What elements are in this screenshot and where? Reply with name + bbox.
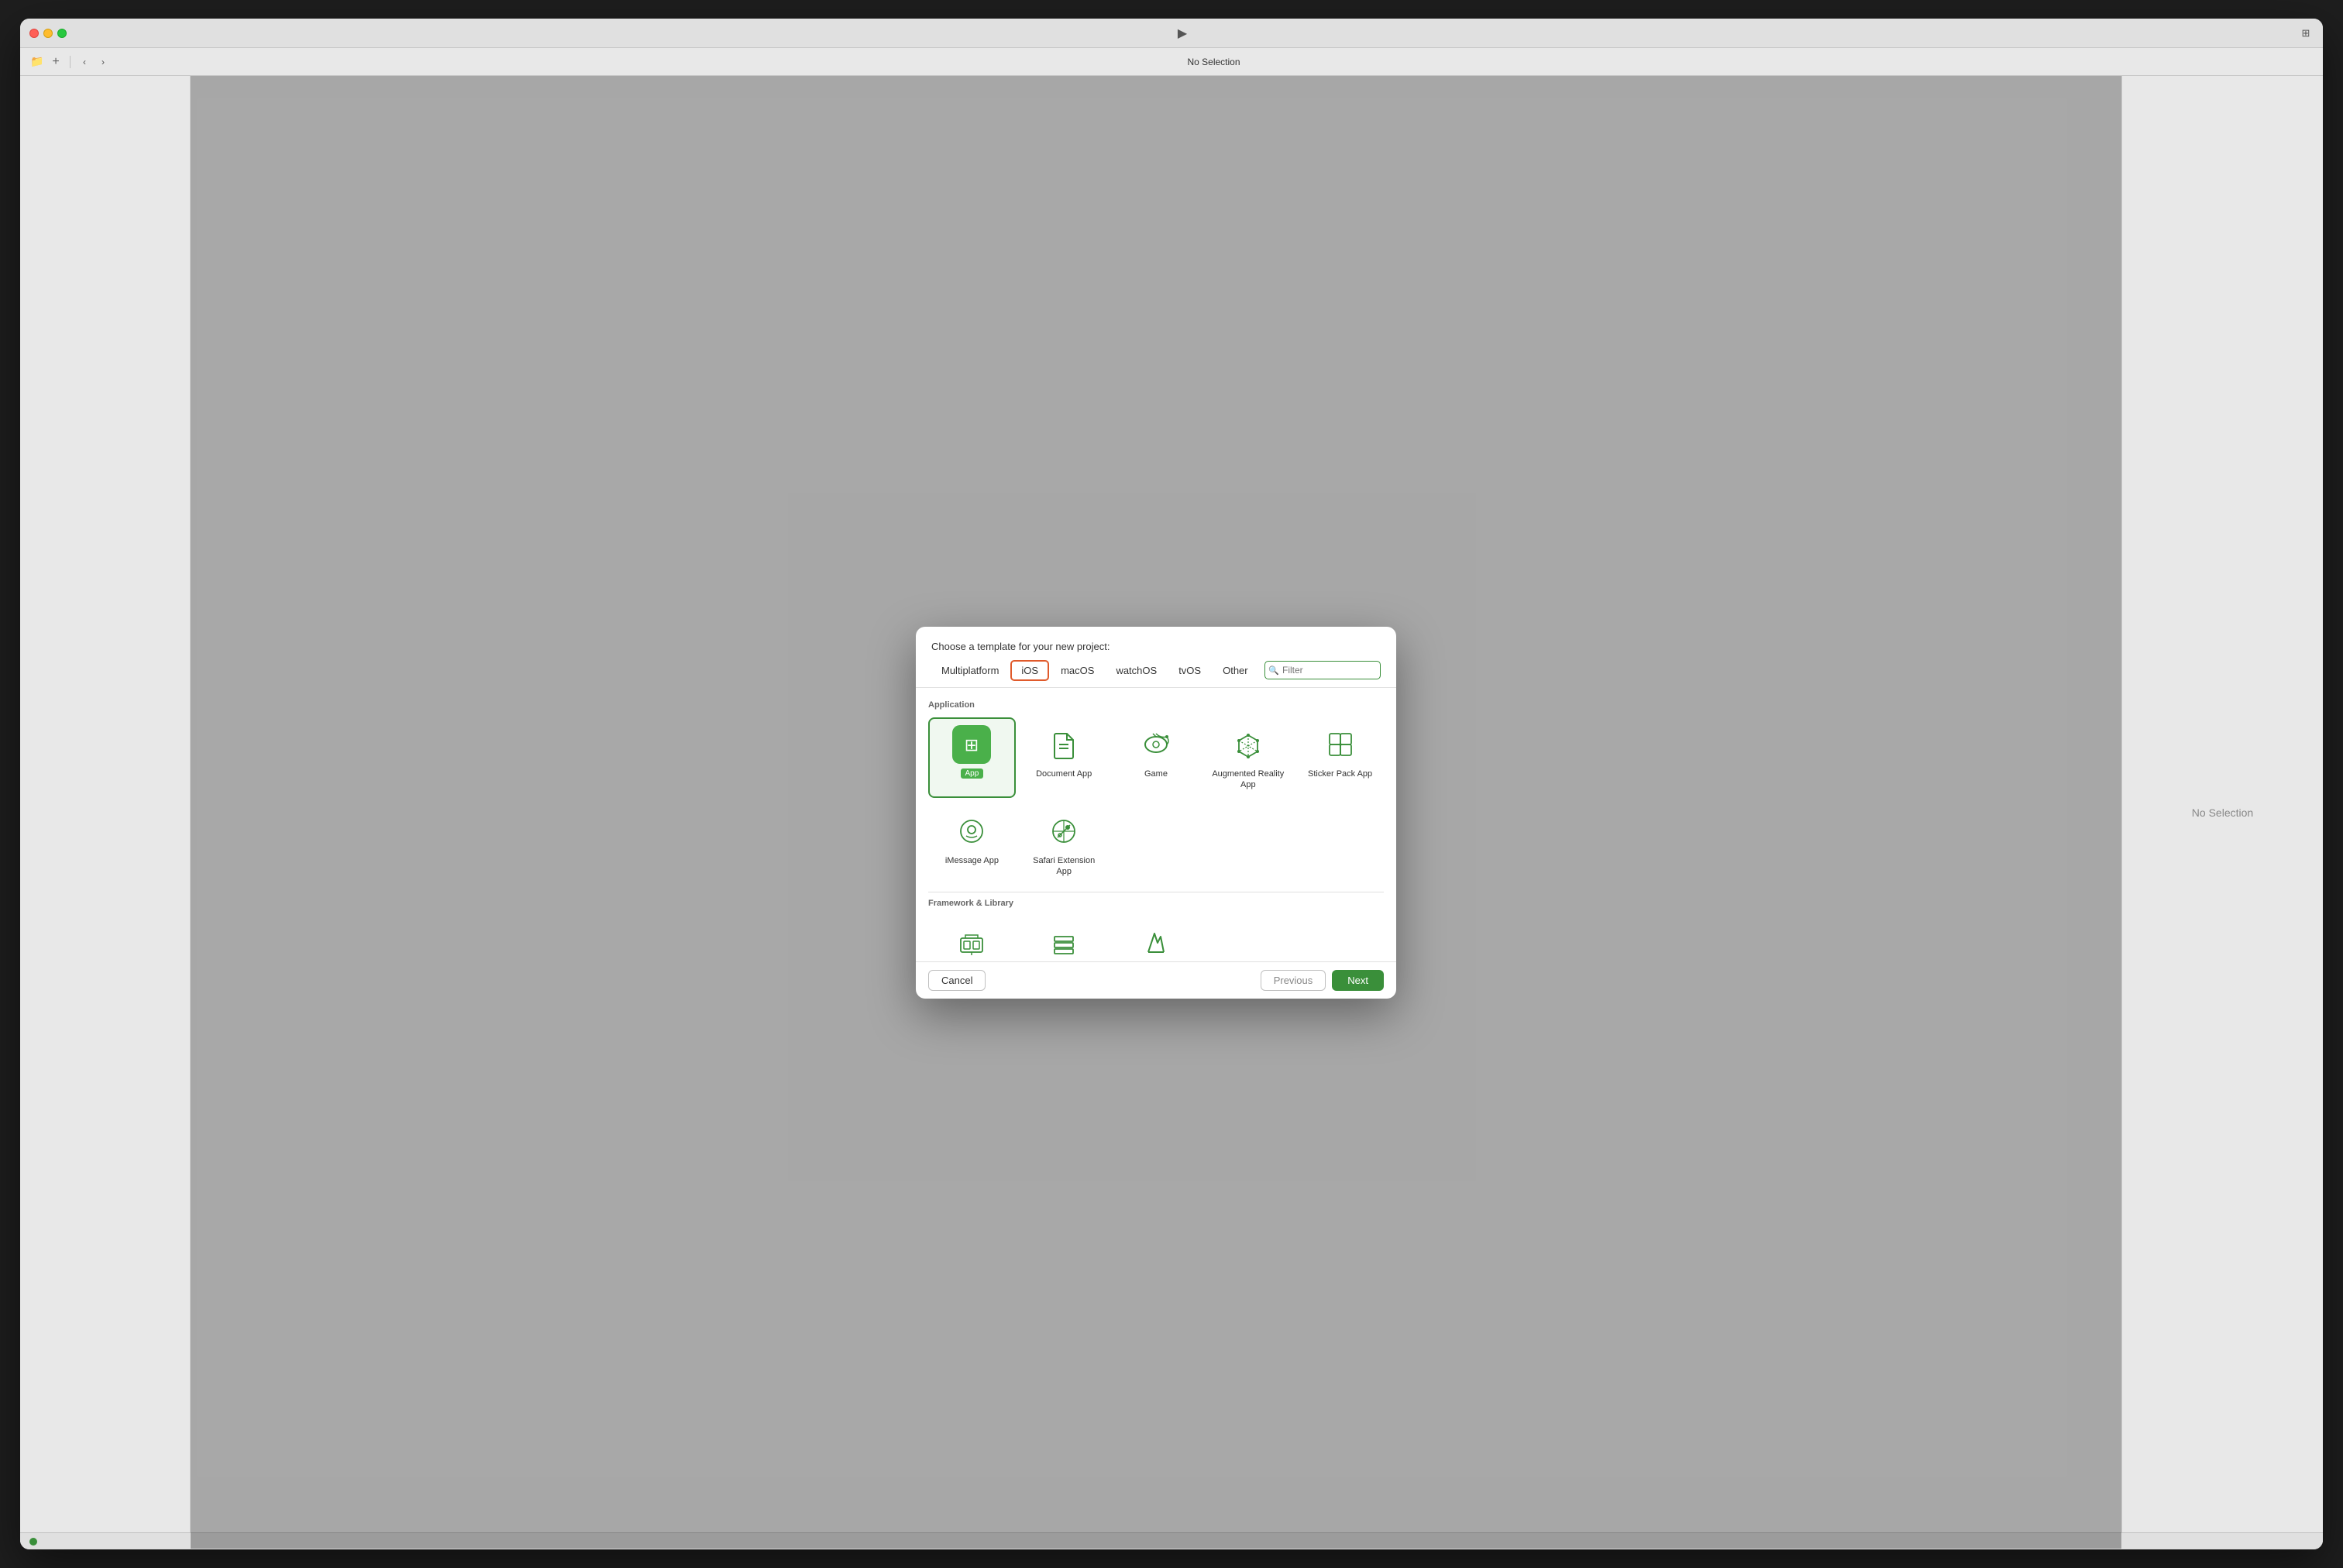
title-bar: ▶ ⊞ xyxy=(20,19,2323,48)
toolbar-icons: ⊞ xyxy=(2298,26,2314,41)
imessage-label: iMessage App xyxy=(945,855,999,866)
template-imessage[interactable]: iMessage App xyxy=(928,804,1016,885)
template-document-app[interactable]: Document App xyxy=(1020,717,1108,799)
framework-icon xyxy=(952,923,991,961)
tab-other[interactable]: Other xyxy=(1213,661,1258,680)
safari-ext-icon xyxy=(1044,812,1083,851)
template-safari-ext[interactable]: Safari Extension App xyxy=(1020,804,1108,885)
sidebar xyxy=(20,76,191,1549)
game-icon xyxy=(1137,725,1175,764)
add-icon[interactable]: + xyxy=(48,54,64,70)
content-area: No Selection Choose a template for your … xyxy=(191,76,2121,1549)
minimize-button[interactable] xyxy=(43,29,53,38)
cancel-button[interactable]: Cancel xyxy=(928,970,986,991)
template-ar-app[interactable]: Augmented Reality App xyxy=(1204,717,1292,799)
ar-app-icon xyxy=(1229,725,1268,764)
static-library-icon xyxy=(1044,923,1083,961)
template-metal-library[interactable]: Metal Library xyxy=(1113,916,1200,961)
close-button[interactable] xyxy=(29,29,39,38)
template-sticker-pack[interactable]: Sticker Pack App xyxy=(1296,717,1384,799)
tab-macos[interactable]: macOS xyxy=(1051,661,1104,680)
folder-icon[interactable]: 📁 xyxy=(29,54,45,70)
run-icon[interactable]: ▶ xyxy=(1173,26,1192,41)
filter-icon: 🔍 xyxy=(1268,665,1279,676)
framework-library-label: Framework & Library xyxy=(928,899,1384,908)
application-grid: ⊞ App xyxy=(928,717,1384,799)
filter-input[interactable] xyxy=(1264,661,1381,679)
sticker-pack-label: Sticker Pack App xyxy=(1308,769,1372,779)
svg-text:⊞: ⊞ xyxy=(965,735,979,755)
tab-tvos[interactable]: tvOS xyxy=(1168,661,1211,680)
app-icon: ⊞ xyxy=(952,725,991,764)
app-window: ▶ ⊞ 📁 + ‹ › No Selection No Selection Ch… xyxy=(20,19,2323,1549)
tab-multiplatform[interactable]: Multiplatform xyxy=(931,661,1009,680)
secondary-toolbar: 📁 + ‹ › No Selection xyxy=(20,48,2323,76)
maximize-button[interactable] xyxy=(57,29,67,38)
filter-container: 🔍 xyxy=(1264,661,1381,679)
document-app-icon xyxy=(1044,725,1083,764)
modal-title: Choose a template for your new project: xyxy=(931,641,1381,652)
framework-grid: Framework xyxy=(928,916,1384,961)
tab-ios[interactable]: iOS xyxy=(1010,660,1049,681)
ar-app-label: Augmented Reality App xyxy=(1209,769,1287,791)
inspector-icon[interactable]: ⊞ xyxy=(2298,26,2314,41)
tab-watchos[interactable]: watchOS xyxy=(1106,661,1167,680)
app-badge: App xyxy=(961,769,984,779)
modal-header: Choose a template for your new project: … xyxy=(916,627,1396,688)
right-panel-no-selection: No Selection xyxy=(2192,806,2253,819)
previous-button[interactable]: Previous xyxy=(1261,970,1326,991)
next-button[interactable]: Next xyxy=(1332,970,1384,991)
game-label: Game xyxy=(1144,769,1168,779)
traffic-lights xyxy=(29,29,67,38)
template-static-library[interactable]: Static Library xyxy=(1020,916,1108,961)
new-project-dialog: Choose a template for your new project: … xyxy=(916,627,1396,999)
template-game[interactable]: Game xyxy=(1113,717,1200,799)
right-panel: No Selection xyxy=(2121,76,2323,1549)
document-app-label: Document App xyxy=(1036,769,1092,779)
modal-overlay: Choose a template for your new project: … xyxy=(191,76,2121,1549)
application-grid-2: iMessage App xyxy=(928,804,1384,885)
forward-icon[interactable]: › xyxy=(95,54,111,70)
breadcrumb: No Selection xyxy=(114,57,2314,67)
imessage-icon xyxy=(952,812,991,851)
main-area: No Selection Choose a template for your … xyxy=(20,76,2323,1549)
metal-library-icon xyxy=(1137,923,1175,961)
template-framework[interactable]: Framework xyxy=(928,916,1016,961)
safari-ext-label: Safari Extension App xyxy=(1025,855,1103,878)
tabs-row: Multiplatform iOS macOS watchOS tvOS Oth… xyxy=(931,660,1381,681)
back-icon[interactable]: ‹ xyxy=(77,54,92,70)
footer-buttons: Previous Next xyxy=(1261,970,1384,991)
status-dot xyxy=(29,1538,37,1546)
modal-body: Application ⊞ App xyxy=(916,688,1396,961)
modal-footer: Cancel Previous Next xyxy=(916,961,1396,999)
sticker-pack-icon xyxy=(1321,725,1360,764)
application-section-label: Application xyxy=(928,700,1384,710)
template-app[interactable]: ⊞ App xyxy=(928,717,1016,799)
